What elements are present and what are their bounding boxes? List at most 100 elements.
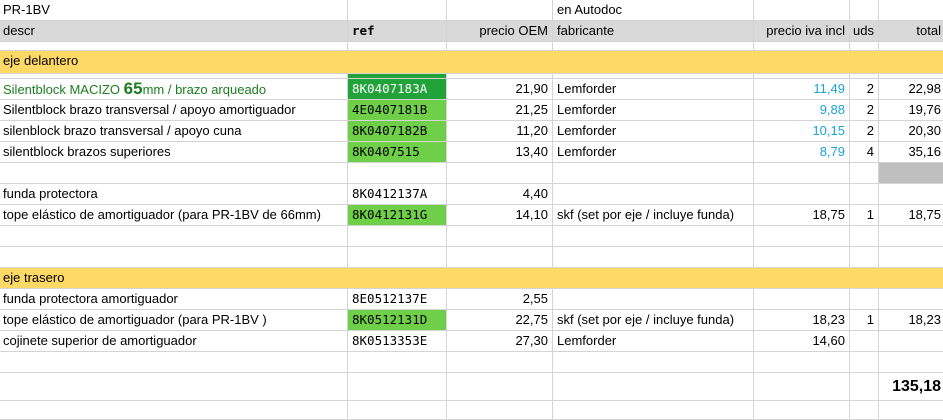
cell-empty[interactable] [850,163,879,184]
cell-empty[interactable] [348,373,447,401]
cell-iva[interactable]: 18,75 [754,205,850,226]
cell-empty[interactable] [850,352,879,373]
cell-ref[interactable]: 8K0407183A [348,79,447,100]
header-descr[interactable]: descr [0,21,348,42]
cell-fab[interactable]: skf (set por eje / incluye funda) [553,205,754,226]
cell-empty[interactable] [348,352,447,373]
cell-empty[interactable] [553,352,754,373]
cell-total[interactable]: 22,98 [879,79,943,100]
cell-oem[interactable]: 4,40 [447,184,553,205]
cell-empty[interactable] [850,373,879,401]
cell-ref[interactable]: 8K0407182B [348,121,447,142]
cell-empty[interactable] [348,0,447,21]
cell-empty[interactable] [553,42,754,51]
cell-empty[interactable] [879,0,943,21]
cell-total[interactable]: 19,76 [879,100,943,121]
cell-empty[interactable] [850,0,879,21]
cell-fab[interactable]: skf (set por eje / incluye funda) [553,310,754,331]
cell-empty[interactable] [447,163,553,184]
cell-uds[interactable]: 4 [850,142,879,163]
cell-iva[interactable] [754,184,850,205]
cell-oem[interactable]: 13,40 [447,142,553,163]
cell-ref[interactable]: 8K0513353E [348,331,447,352]
cell-uds[interactable]: 2 [850,121,879,142]
header-uds[interactable]: uds [850,21,879,42]
cell-descr[interactable]: tope elástico de amortiguador (para PR-1… [0,205,348,226]
cell-ref[interactable]: 8K0407515 [348,142,447,163]
header-precio-iva[interactable]: precio iva incl [754,21,850,42]
section-rear-label[interactable]: eje trasero [0,268,943,289]
cell-empty[interactable] [850,42,879,51]
cell-empty[interactable] [348,247,447,268]
cell-oem[interactable]: 27,30 [447,331,553,352]
cell-total[interactable] [879,289,943,310]
cell-oem[interactable]: 22,75 [447,310,553,331]
section-front-label[interactable]: eje delantero [0,51,943,74]
header-fabricante[interactable]: fabricante [553,21,754,42]
cell-uds[interactable] [850,289,879,310]
cell-iva[interactable]: 14,60 [754,331,850,352]
cell-uds[interactable] [850,331,879,352]
cell-empty[interactable] [879,401,943,420]
cell-total[interactable] [879,331,943,352]
cell-empty[interactable] [754,401,850,420]
cell-descr[interactable]: cojinete superior de amortiguador [0,331,348,352]
cell-ref[interactable]: 8K0412131G [348,205,447,226]
cell-empty[interactable] [447,0,553,21]
cell-iva[interactable] [754,289,850,310]
cell-uds[interactable]: 2 [850,79,879,100]
cell-ref[interactable]: 8E0512137E [348,289,447,310]
cell-empty[interactable] [754,163,850,184]
cell-empty[interactable] [348,42,447,51]
cell-uds[interactable] [850,184,879,205]
cell-empty[interactable] [850,247,879,268]
cell-oem[interactable]: 2,55 [447,289,553,310]
cell-empty[interactable] [0,373,348,401]
cell-descr[interactable]: funda protectora amortiguador [0,289,348,310]
cell-fab[interactable] [553,184,754,205]
cell-descr[interactable]: Silentblock brazo transversal / apoyo am… [0,100,348,121]
cell-empty[interactable] [0,163,348,184]
cell-total[interactable]: 18,23 [879,310,943,331]
cell-empty[interactable] [348,226,447,247]
cell-total[interactable] [879,184,943,205]
grand-total-value[interactable]: 135,18 [879,373,943,401]
cell-fab[interactable]: Lemforder [553,142,754,163]
cell-empty[interactable] [348,401,447,420]
cell-empty[interactable] [553,401,754,420]
cell-oem[interactable]: 21,25 [447,100,553,121]
cell-descr[interactable]: silentblock brazos superiores [0,142,348,163]
cell-empty[interactable] [879,226,943,247]
cell-ref[interactable]: 8K0512131D [348,310,447,331]
cell-iva[interactable]: 9,88 [754,100,850,121]
cell-ref[interactable]: 8K0412137A [348,184,447,205]
cell-empty[interactable] [879,42,943,51]
cell-empty[interactable] [754,226,850,247]
cell-empty[interactable] [447,247,553,268]
cell-total[interactable]: 20,30 [879,121,943,142]
cell-uds[interactable]: 1 [850,310,879,331]
cell-empty[interactable] [553,163,754,184]
cell-empty[interactable] [447,42,553,51]
header-precio-oem[interactable]: precio OEM [447,21,553,42]
cell-oem[interactable]: 14,10 [447,205,553,226]
cell-empty[interactable] [850,226,879,247]
cell-fab[interactable]: Lemforder [553,100,754,121]
cell-empty[interactable] [0,247,348,268]
cell-fab[interactable]: Lemforder [553,79,754,100]
cell-fab[interactable] [553,289,754,310]
cell-source[interactable]: en Autodoc [553,0,754,21]
cell-empty[interactable] [553,373,754,401]
cell-empty[interactable] [754,373,850,401]
cell-model[interactable]: PR-1BV [0,0,348,21]
cell-empty[interactable] [754,247,850,268]
cell-empty[interactable] [754,42,850,51]
cell-iva[interactable]: 11,49 [754,79,850,100]
cell-uds[interactable]: 2 [850,100,879,121]
cell-ref[interactable]: 4E0407181B [348,100,447,121]
cell-descr[interactable]: Silentblock MACIZO 65mm / brazo arqueado [0,79,348,100]
cell-empty[interactable] [0,226,348,247]
cell-empty[interactable] [0,42,348,51]
cell-empty[interactable] [447,226,553,247]
cell-total[interactable]: 18,75 [879,205,943,226]
